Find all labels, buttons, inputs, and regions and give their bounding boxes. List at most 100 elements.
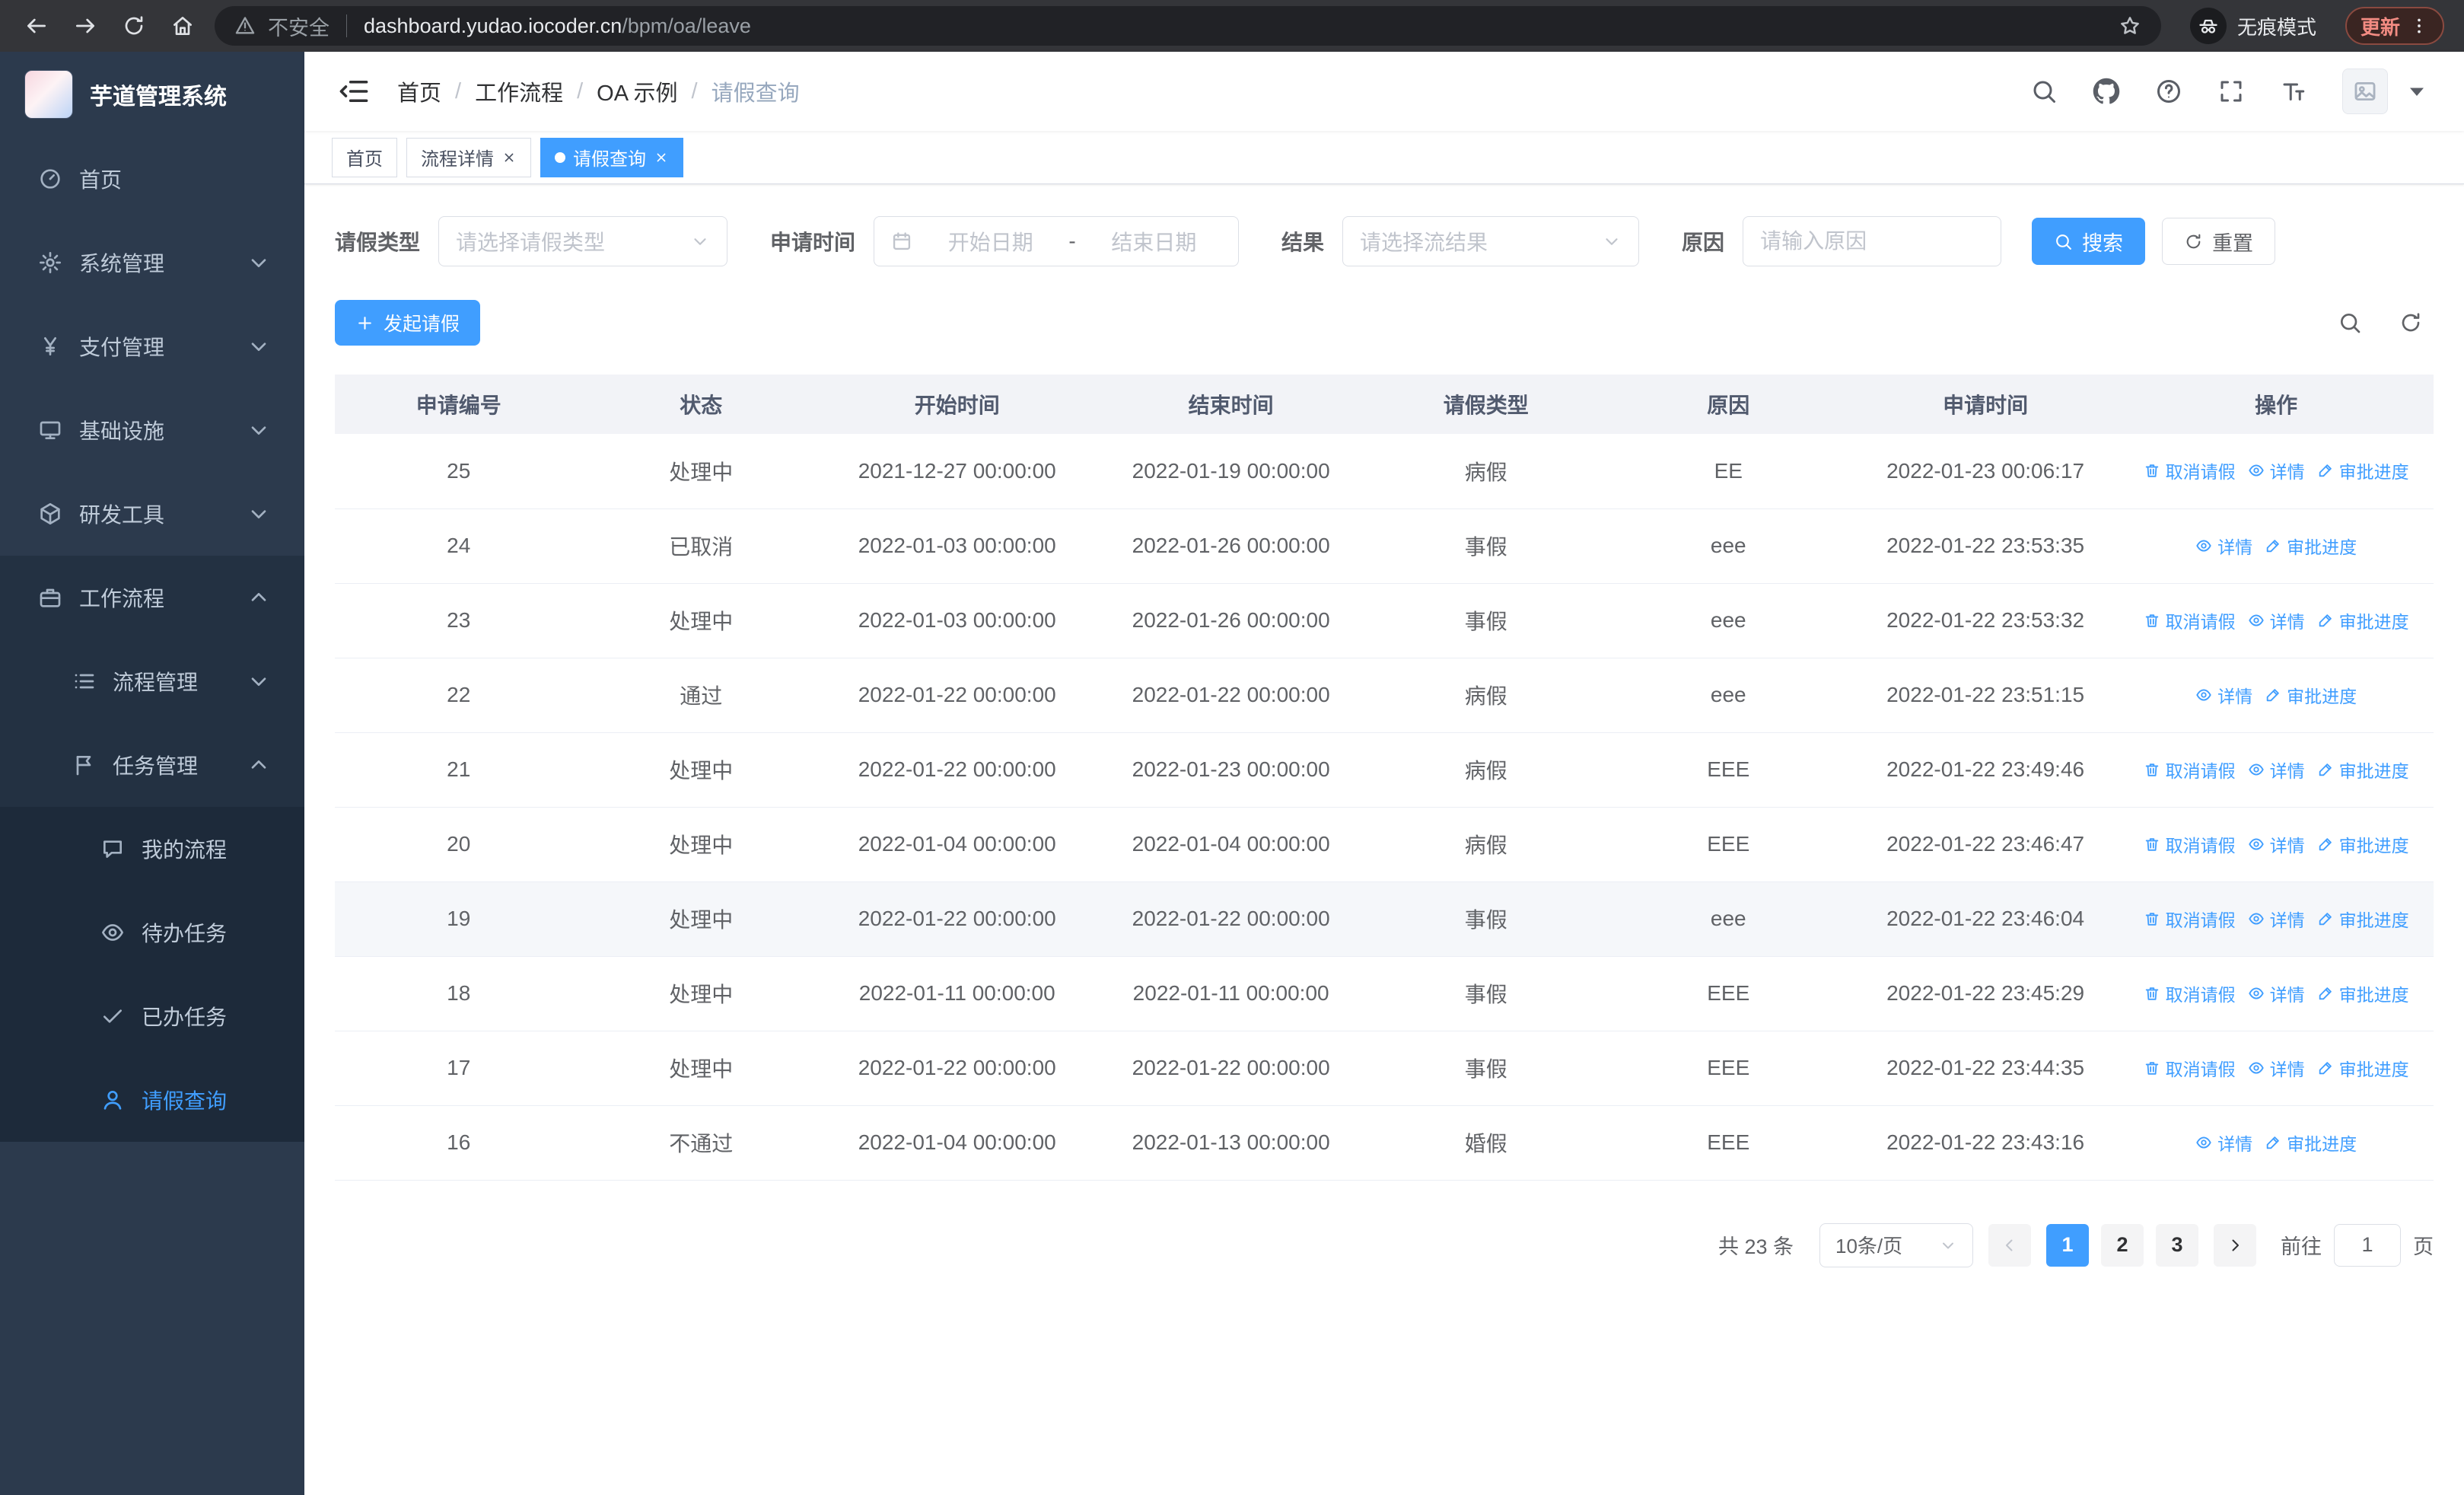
page-size-select[interactable]: 10条/页 — [1819, 1222, 1973, 1267]
sidebar-fold-icon[interactable] — [338, 75, 370, 107]
close-icon[interactable] — [501, 150, 517, 165]
action-progress[interactable]: 审批进度 — [2317, 906, 2409, 932]
action-detail[interactable]: 详情 — [2195, 682, 2252, 708]
action-detail[interactable]: 详情 — [2248, 607, 2305, 633]
header-search-icon[interactable] — [2030, 78, 2058, 105]
table-cell: 16 — [335, 1105, 583, 1181]
page-2-button[interactable]: 2 — [2101, 1223, 2144, 1267]
action-cancel[interactable]: 取消请假 — [2144, 607, 2236, 633]
chevron-up-icon — [247, 585, 271, 610]
action-cancel[interactable]: 取消请假 — [2144, 757, 2236, 783]
browser-update-chip[interactable]: 更新 — [2345, 7, 2444, 45]
reset-button[interactable]: 重置 — [2162, 218, 2276, 265]
action-progress[interactable]: 审批进度 — [2265, 533, 2357, 559]
action-detail[interactable]: 详情 — [2248, 457, 2305, 483]
fullscreen-icon[interactable] — [2217, 78, 2245, 105]
action-progress[interactable]: 审批进度 — [2317, 457, 2409, 483]
sidebar-item-system[interactable]: 系统管理 — [0, 221, 304, 304]
action-cancel[interactable]: 取消请假 — [2144, 906, 2236, 932]
breadcrumb-item[interactable]: 工作流程 — [475, 75, 563, 107]
browser-forward-button[interactable] — [68, 9, 102, 43]
avatar[interactable] — [2342, 69, 2388, 114]
table-cell: 2022-01-22 23:53:35 — [1851, 508, 2119, 584]
sidebar-item-label: 任务管理 — [113, 754, 199, 778]
action-detail[interactable]: 详情 — [2248, 980, 2305, 1006]
result-select[interactable]: 请选择流结果 — [1342, 216, 1640, 266]
sidebar-item-my-process[interactable]: 我的流程 — [0, 807, 304, 891]
date-range-picker[interactable]: 开始日期 - 结束日期 — [874, 216, 1240, 266]
app-logo-row[interactable]: 芋道管理系统 — [0, 52, 304, 137]
action-detail[interactable]: 详情 — [2248, 831, 2305, 857]
sidebar-item-infrastructure[interactable]: 基础设施 — [0, 388, 304, 472]
action-detail[interactable]: 详情 — [2248, 906, 2305, 932]
page-1-button[interactable]: 1 — [2046, 1223, 2089, 1267]
action-progress[interactable]: 审批进度 — [2317, 607, 2409, 633]
action-detail[interactable]: 详情 — [2195, 1130, 2252, 1156]
action-cancel[interactable]: 取消请假 — [2144, 980, 2236, 1006]
action-progress[interactable]: 审批进度 — [2317, 757, 2409, 783]
table-row[interactable]: 20 处理中 2022-01-04 00:00:00 2022-01-04 00:00… — [335, 807, 2434, 882]
sidebar-item-done-task[interactable]: 已办任务 — [0, 974, 304, 1058]
search-button[interactable]: 搜索 — [2032, 218, 2146, 265]
browser-back-button[interactable] — [20, 9, 53, 43]
create-leave-button[interactable]: 发起请假 — [335, 300, 481, 346]
leave-type-select[interactable]: 请选择请假类型 — [438, 216, 728, 266]
prev-page-button[interactable] — [1988, 1223, 2031, 1267]
table-row[interactable]: 19 处理中 2022-01-22 00:00:00 2022-01-22 00:00… — [335, 881, 2434, 957]
sidebar-item-process-management[interactable]: 流程管理 — [0, 639, 304, 723]
action-cancel[interactable]: 取消请假 — [2144, 457, 2236, 483]
browser-reload-button[interactable] — [117, 9, 151, 43]
action-progress[interactable]: 审批进度 — [2317, 831, 2409, 857]
action-progress[interactable]: 审批进度 — [2265, 682, 2357, 708]
table-row[interactable]: 18 处理中 2022-01-11 00:00:00 2022-01-11 00:00… — [335, 956, 2434, 1031]
next-page-button[interactable] — [2214, 1223, 2256, 1267]
action-progress[interactable]: 审批进度 — [2317, 980, 2409, 1006]
action-detail[interactable]: 详情 — [2248, 757, 2305, 783]
sidebar-item-dev-tools[interactable]: 研发工具 — [0, 472, 304, 556]
action-progress[interactable]: 审批进度 — [2317, 1055, 2409, 1081]
help-question-icon[interactable] — [2155, 78, 2182, 105]
sidebar-item-payment[interactable]: 支付管理 — [0, 304, 304, 388]
sidebar-item-task-management[interactable]: 任务管理 — [0, 723, 304, 807]
tab-label: 流程详情 — [421, 149, 494, 170]
tab-home[interactable]: 首页 — [332, 137, 397, 177]
github-icon[interactable] — [2093, 78, 2120, 105]
breadcrumb-item[interactable]: 首页 — [397, 75, 441, 107]
page-3-button[interactable]: 3 — [2156, 1223, 2198, 1267]
bookmark-star-icon[interactable] — [2119, 14, 2141, 37]
toggle-search-icon[interactable] — [2338, 311, 2362, 335]
eye-icon — [2248, 761, 2265, 778]
refresh-table-icon[interactable] — [2399, 311, 2423, 335]
tab-leave-query[interactable]: 请假查询 — [540, 137, 683, 177]
table-row[interactable]: 22 通过 2022-01-22 00:00:00 2022-01-22 00:00:… — [335, 658, 2434, 733]
sidebar-item-todo-task[interactable]: 待办任务 — [0, 891, 304, 974]
tab-process-detail[interactable]: 流程详情 — [406, 137, 531, 177]
table-row[interactable]: 25 处理中 2021-12-27 00:00:00 2022-01-19 00:00… — [335, 434, 2434, 509]
table-cell: 2022-01-04 00:00:00 — [820, 1105, 1095, 1181]
date-range-separator: - — [1068, 229, 1076, 253]
reason-input[interactable] — [1743, 217, 2001, 266]
table-row[interactable]: 21 处理中 2022-01-22 00:00:00 2022-01-23 00:00… — [335, 732, 2434, 808]
breadcrumb-item[interactable]: OA 示例 — [597, 75, 677, 107]
address-bar[interactable]: 不安全 dashboard.yudao.iocoder.cn/bpm/oa/le… — [215, 6, 2161, 46]
browser-home-button[interactable] — [166, 9, 199, 43]
sidebar-item-workflow[interactable]: 工作流程 — [0, 556, 304, 639]
action-progress[interactable]: 审批进度 — [2265, 1130, 2357, 1156]
goto-page-input[interactable] — [2334, 1223, 2401, 1267]
sidebar-item-leave-query[interactable]: 请假查询 — [0, 1058, 304, 1142]
text-size-icon[interactable] — [2280, 78, 2307, 105]
browser-menu-kebab-icon[interactable] — [2409, 16, 2429, 36]
action-cancel[interactable]: 取消请假 — [2144, 831, 2236, 857]
action-cancel[interactable]: 取消请假 — [2144, 1055, 2236, 1081]
table-cell: EEE — [1604, 956, 1852, 1031]
action-detail[interactable]: 详情 — [2195, 533, 2252, 559]
action-detail[interactable]: 详情 — [2248, 1055, 2305, 1081]
sidebar-item-home[interactable]: 首页 — [0, 137, 304, 221]
table-row[interactable]: 16 不通过 2022-01-04 00:00:00 2022-01-13 00:00… — [335, 1105, 2434, 1181]
close-icon[interactable] — [654, 150, 669, 165]
table-row[interactable]: 17 处理中 2022-01-22 00:00:00 2022-01-22 00:00… — [335, 1031, 2434, 1106]
table-row[interactable]: 24 已取消 2022-01-03 00:00:00 2022-01-26 00:00… — [335, 508, 2434, 584]
avatar-caret-down-icon[interactable] — [2403, 78, 2431, 105]
breadcrumb-separator: / — [691, 78, 698, 104]
table-row[interactable]: 23 处理中 2022-01-03 00:00:00 2022-01-26 00:00… — [335, 583, 2434, 658]
